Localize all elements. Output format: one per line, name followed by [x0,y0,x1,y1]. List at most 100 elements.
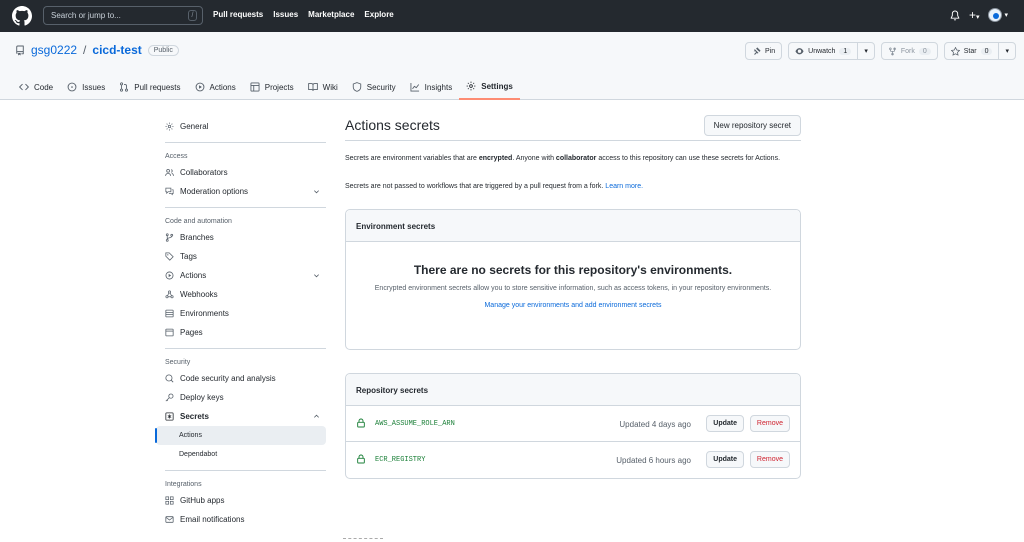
sidebar-item-moderation-options[interactable]: Moderation options [156,182,326,201]
pin-button[interactable]: Pin [745,42,783,60]
sidebar-item-general[interactable]: General [156,117,326,136]
tab-label: Actions [209,82,236,92]
github-logo-icon[interactable] [12,6,32,26]
bell-icon[interactable] [950,10,960,21]
git-pull-request-icon [120,82,129,92]
search-input[interactable]: Search or jump to... / [43,6,203,25]
star-icon [950,46,960,56]
page-title: Actions secrets [345,117,440,133]
sidebar-item-label: Email notifications [180,515,245,524]
divider [165,348,326,349]
pin-label: Pin [765,47,776,55]
global-header: Search or jump to... / Pull requests Iss… [0,0,1024,32]
tag-icon [165,252,174,261]
nav-pull-requests[interactable]: Pull requests [213,10,263,19]
learn-more-link[interactable]: Learn more. [605,183,643,190]
star-label: Star [963,47,977,55]
secret-updated-time: Updated 4 days ago [619,420,691,429]
create-new-button[interactable]: +▾ [969,8,980,22]
key-asterisk-icon [165,412,174,421]
pin-icon [753,46,761,55]
play-icon [195,82,204,92]
box-heading: Repository secrets [346,374,800,406]
comment-discussion-icon [165,187,174,196]
repo-name-link[interactable]: cicd-test [92,43,141,57]
tab-issues[interactable]: Issues [60,74,112,100]
sidebar-item-branches[interactable]: Branches [156,228,326,247]
sidebar-subitem-actions[interactable]: Actions [155,426,326,445]
repo-owner-link[interactable]: gsg0222 [31,43,77,57]
repo-actions: Pin Unwatch 1 ▾ Fork 0 Star 0 ▾ [745,42,1016,60]
text: access to this repository can use these … [596,155,781,162]
tab-label: Issues [82,82,106,92]
sidebar-item-label: Webhooks [180,290,218,299]
tab-actions[interactable]: Actions [188,74,243,100]
divider [343,538,383,540]
sidebar-item-webhooks[interactable]: Webhooks [156,285,326,304]
sidebar-item-email-notifications[interactable]: Email notifications [156,510,326,529]
chevron-down-icon [314,274,319,278]
stars-count: 0 [980,47,993,55]
sidebar-section-heading: Code and automation [165,217,232,225]
sidebar-item-label: Code security and analysis [180,374,276,383]
user-menu-button[interactable]: ▾ [988,8,1008,22]
sidebar-item-github-apps[interactable]: GitHub apps [156,491,326,510]
sidebar-item-code-security[interactable]: Code security and analysis [156,369,326,388]
watchers-count: 1 [839,47,852,55]
new-repository-secret-button[interactable]: New repository secret [703,115,801,136]
update-secret-button[interactable]: Update [706,451,744,468]
manage-environments-link[interactable]: Manage your environments and add environ… [346,302,800,309]
sidebar-item-tags[interactable]: Tags [156,247,326,266]
plus-icon: + [968,8,976,22]
tab-label: Wiki [322,82,338,92]
remove-secret-button[interactable]: Remove [749,415,790,432]
sidebar-subitem-dependabot[interactable]: Dependabot [156,445,326,464]
sidebar-item-label: GitHub apps [180,496,225,505]
mail-icon [165,516,174,523]
webhook-icon [165,290,174,299]
sidebar-item-environments[interactable]: Environments [156,304,326,323]
fork-note: Secrets are not passed to workflows that… [345,183,801,190]
sidebar-section-heading: Access [165,152,188,160]
sidebar-item-label: Tags [180,252,197,261]
tab-projects[interactable]: Projects [243,74,301,100]
tab-security[interactable]: Security [345,74,403,100]
lock-icon [357,418,365,428]
sidebar-item-secrets[interactable]: Secrets [156,407,326,426]
sidebar-item-label: Pages [180,328,203,337]
eye-icon [795,47,804,54]
chevron-down-icon: ▾ [1004,12,1008,19]
fork-button[interactable]: Fork 0 [880,42,938,60]
nav-explore[interactable]: Explore [364,10,393,19]
remove-secret-button[interactable]: Remove [749,451,790,468]
server-icon [165,309,174,318]
emphasis-text: collaborator [555,155,597,162]
nav-marketplace[interactable]: Marketplace [308,10,354,19]
codescan-icon [165,374,174,383]
chevron-down-icon: ▾ [864,48,868,55]
secret-row: AWS_ASSUME_ROLE_ARN Updated 4 days ago U… [346,406,800,442]
button-divider [998,43,1000,59]
code-icon [19,83,29,91]
tab-insights[interactable]: Insights [403,74,460,100]
divider [165,207,326,208]
tab-settings[interactable]: Settings [459,74,520,100]
unwatch-button[interactable]: Unwatch 1 ▾ [788,42,875,60]
star-button[interactable]: Star 0 ▾ [943,42,1016,60]
gear-icon [165,122,174,131]
sidebar-item-deploy-keys[interactable]: Deploy keys [156,388,326,407]
lock-icon [357,454,365,464]
tab-code[interactable]: Code [12,74,60,100]
environment-secrets-box: Environment secrets There are no secrets… [345,209,801,350]
sidebar-item-pages[interactable]: Pages [156,323,326,342]
sidebar-item-actions[interactable]: Actions [156,266,326,285]
sidebar-item-collaborators[interactable]: Collaborators [156,163,326,182]
fork-icon [888,47,896,55]
tab-label: Settings [481,81,513,91]
nav-issues[interactable]: Issues [273,10,298,19]
blankslate-title: There are no secrets for this repository… [413,263,733,277]
update-secret-button[interactable]: Update [706,415,744,432]
tab-pull-requests[interactable]: Pull requests [112,74,187,100]
tab-wiki[interactable]: Wiki [301,74,345,100]
blankslate: There are no secrets for this repository… [346,242,800,309]
